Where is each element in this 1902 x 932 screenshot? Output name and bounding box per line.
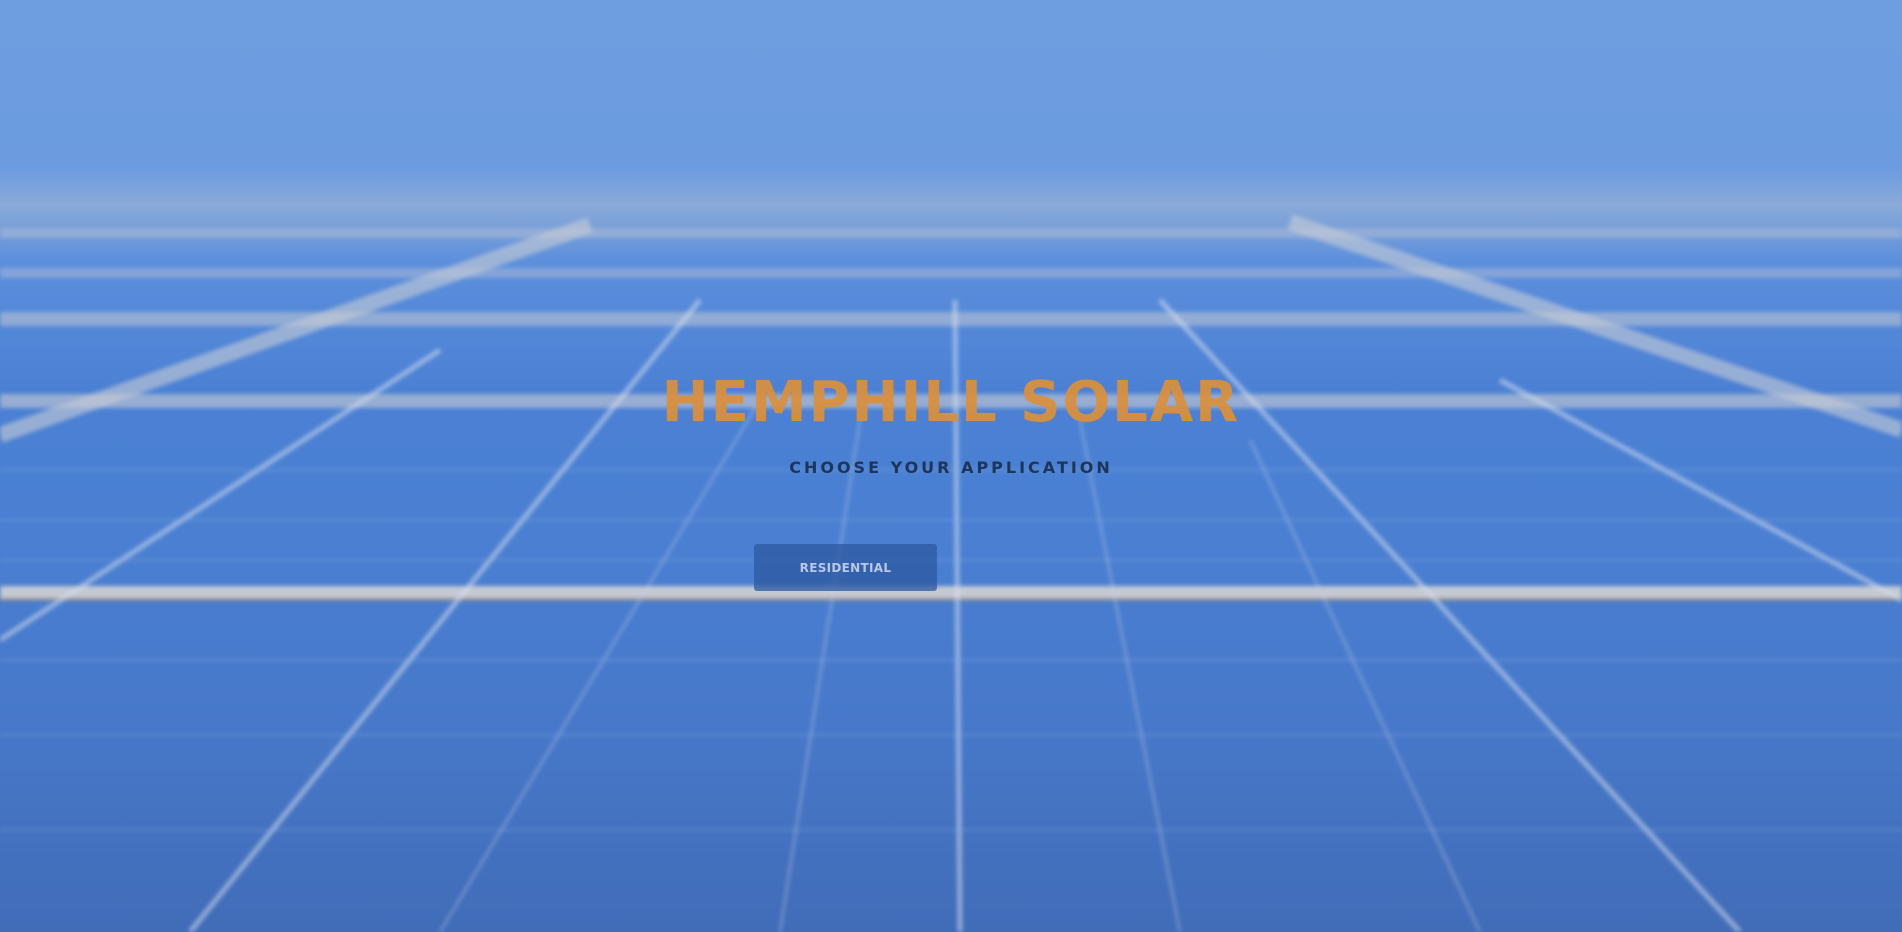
hero-subtitle: CHOOSE YOUR APPLICATION [789,458,1113,477]
hero-text-block: HEMPHILL SOLAR CHOOSE YOUR APPLICATION [0,368,1902,477]
residential-button[interactable]: RESIDENTIAL [754,544,937,591]
brand-title: HEMPHILL SOLAR [661,370,1241,435]
hero-section: HEMPHILL SOLAR CHOOSE YOUR APPLICATION R… [0,0,1902,932]
